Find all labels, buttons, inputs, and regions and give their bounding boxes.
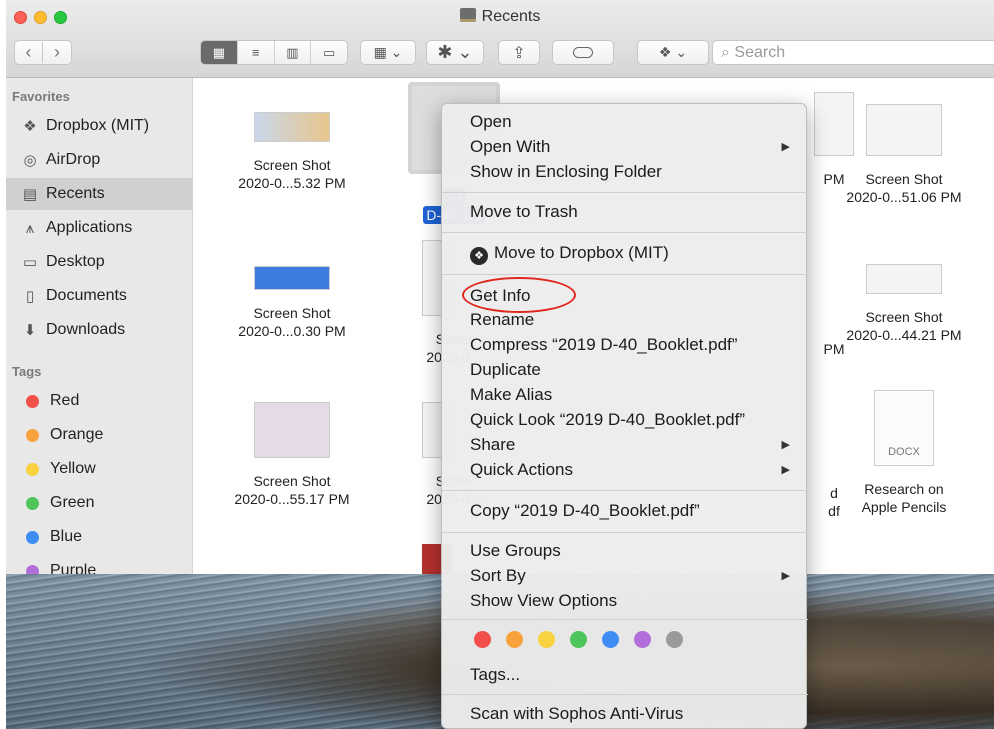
screenshot-thumbnail <box>866 264 942 294</box>
purple-tag-icon <box>26 564 39 574</box>
sidebar-tag-purple[interactable]: Purple <box>6 555 193 574</box>
icon-view-button[interactable]: ▦ <box>201 41 238 64</box>
menu-compress[interactable]: Compress “2019 D-40_Booklet.pdf” <box>470 335 737 355</box>
file-item[interactable]: Screen Shot 2020-0...5.32 PM <box>212 112 372 192</box>
menu-rename[interactable]: Rename <box>470 310 534 330</box>
purple-tag-button[interactable] <box>634 631 651 648</box>
sidebar-item-airdrop[interactable]: ◎ AirDrop <box>6 144 193 176</box>
screenshot-thumbnail <box>866 104 942 156</box>
menu-quick-actions[interactable]: Quick Actions <box>470 460 573 480</box>
menu-move-to-trash[interactable]: Move to Trash <box>470 202 578 222</box>
tags-header: Tags <box>12 364 42 379</box>
submenu-arrow-icon: ▶ <box>781 141 790 153</box>
sidebar-tag-orange[interactable]: Orange <box>6 419 193 451</box>
back-button[interactable]: ‹ <box>15 42 44 63</box>
column-view-button[interactable]: ▥ <box>275 41 312 64</box>
forward-button[interactable]: › <box>43 42 71 63</box>
menu-separator <box>442 274 808 275</box>
navigation-buttons: ‹ › <box>14 40 72 65</box>
sidebar-tag-green[interactable]: Green <box>6 487 193 519</box>
gallery-view-button[interactable]: ▭ <box>311 41 347 64</box>
dropbox-icon: ❖ <box>23 118 37 135</box>
gray-tag-button[interactable] <box>666 631 683 648</box>
menu-separator <box>442 490 808 491</box>
menu-show-in-enclosing-folder[interactable]: Show in Enclosing Folder <box>470 162 662 182</box>
blue-tag-button[interactable] <box>602 631 619 648</box>
search-icon: ⌕ <box>721 44 735 61</box>
menu-show-view-options[interactable]: Show View Options <box>470 591 617 611</box>
action-gear-button[interactable]: ✱ ⌄ <box>426 40 484 65</box>
sidebar-item-applications[interactable]: ⩚ Applications <box>6 212 193 244</box>
documents-icon: ▯ <box>25 288 35 305</box>
green-tag-icon <box>26 496 39 510</box>
file-item[interactable]: Screen Shot 2020-0...0.30 PM <box>212 266 372 340</box>
menu-sort-by[interactable]: Sort By <box>470 566 526 586</box>
context-menu: Open Open With ▶ Show in Enclosing Folde… <box>441 103 808 729</box>
title-bar: Recents ‹ › ▦ ≡ ▥ ▭ ▦ ⌄ ✱ ⌄ ⇪ ❖ ⌄ ⌕ Sear… <box>6 0 994 78</box>
yellow-tag-icon <box>26 462 39 476</box>
recents-icon <box>459 8 476 22</box>
annotation-circle <box>462 277 576 313</box>
menu-use-groups[interactable]: Use Groups <box>470 541 561 561</box>
desktop-icon: ▭ <box>22 254 38 271</box>
sidebar-item-documents[interactable]: ▯ Documents <box>6 280 193 312</box>
file-item[interactable]: Screen Shot 2020-0...51.06 PM <box>824 104 984 206</box>
menu-make-alias[interactable]: Make Alias <box>470 385 552 405</box>
screenshot-thumbnail <box>254 112 330 142</box>
submenu-arrow-icon: ▶ <box>781 570 790 582</box>
red-tag-icon <box>26 394 39 408</box>
window-title: Recents <box>6 8 994 26</box>
menu-scan-sophos[interactable]: Scan with Sophos Anti-Virus <box>470 704 683 724</box>
yellow-tag-button[interactable] <box>538 631 555 648</box>
tag-icon <box>573 47 593 58</box>
menu-open-with[interactable]: Open With <box>470 137 550 157</box>
sidebar: Favorites ❖ Dropbox (MIT) ◎ AirDrop ▤ Recen… <box>6 78 193 574</box>
file-item[interactable]: Screen Shot 2020-0...55.17 PM <box>212 402 372 508</box>
submenu-arrow-icon: ▶ <box>781 464 790 476</box>
favorites-header: Favorites <box>12 89 70 104</box>
sidebar-item-downloads[interactable]: ⬇ Downloads <box>6 314 193 346</box>
screenshot-thumbnail <box>254 266 330 290</box>
orange-tag-icon <box>26 428 39 442</box>
orange-tag-button[interactable] <box>506 631 523 648</box>
file-item[interactable]: DOCX Research on Apple Pencils <box>824 390 984 516</box>
sidebar-tag-red[interactable]: Red <box>6 385 193 417</box>
menu-tags[interactable]: Tags... <box>470 665 520 685</box>
sidebar-tag-yellow[interactable]: Yellow <box>6 453 193 485</box>
menu-quick-look[interactable]: Quick Look “2019 D-40_Booklet.pdf” <box>470 410 745 430</box>
search-input[interactable]: ⌕ Search <box>712 40 994 65</box>
menu-move-to-dropbox[interactable]: ❖ Move to Dropbox (MIT) <box>470 243 669 265</box>
screenshot-thumbnail <box>254 402 330 458</box>
edit-tags-button[interactable] <box>552 40 614 65</box>
applications-icon: ⩚ <box>25 219 35 237</box>
menu-duplicate[interactable]: Duplicate <box>470 360 541 380</box>
menu-separator <box>442 232 808 233</box>
downloads-icon: ⬇ <box>23 322 37 339</box>
sidebar-item-recents[interactable]: ▤ Recents <box>6 178 193 210</box>
file-item[interactable]: Screen Shot 2020-0...44.21 PM <box>824 264 984 344</box>
sidebar-item-dropbox[interactable]: ❖ Dropbox (MIT) <box>6 110 193 142</box>
blue-tag-icon <box>26 530 39 544</box>
sidebar-item-desktop[interactable]: ▭ Desktop <box>6 246 193 278</box>
view-mode-control: ▦ ≡ ▥ ▭ <box>200 40 348 65</box>
menu-separator <box>442 619 808 620</box>
group-button[interactable]: ▦ ⌄ <box>360 40 416 65</box>
menu-separator <box>442 694 808 695</box>
recents-icon: ▤ <box>22 186 38 203</box>
green-tag-button[interactable] <box>570 631 587 648</box>
menu-share[interactable]: Share <box>470 435 515 455</box>
sidebar-tag-blue[interactable]: Blue <box>6 521 193 553</box>
airdrop-icon: ◎ <box>23 152 37 169</box>
dropbox-icon: ❖ <box>470 247 488 265</box>
red-tag-button[interactable] <box>474 631 491 648</box>
menu-open[interactable]: Open <box>470 112 512 132</box>
menu-separator <box>442 532 808 533</box>
share-button[interactable]: ⇪ <box>498 40 540 65</box>
list-view-button[interactable]: ≡ <box>238 41 275 64</box>
submenu-arrow-icon: ▶ <box>781 439 790 451</box>
dropbox-button[interactable]: ❖ ⌄ <box>637 40 709 65</box>
docx-icon: DOCX <box>874 390 934 466</box>
menu-copy[interactable]: Copy “2019 D-40_Booklet.pdf” <box>470 501 700 521</box>
menu-separator <box>442 192 808 193</box>
